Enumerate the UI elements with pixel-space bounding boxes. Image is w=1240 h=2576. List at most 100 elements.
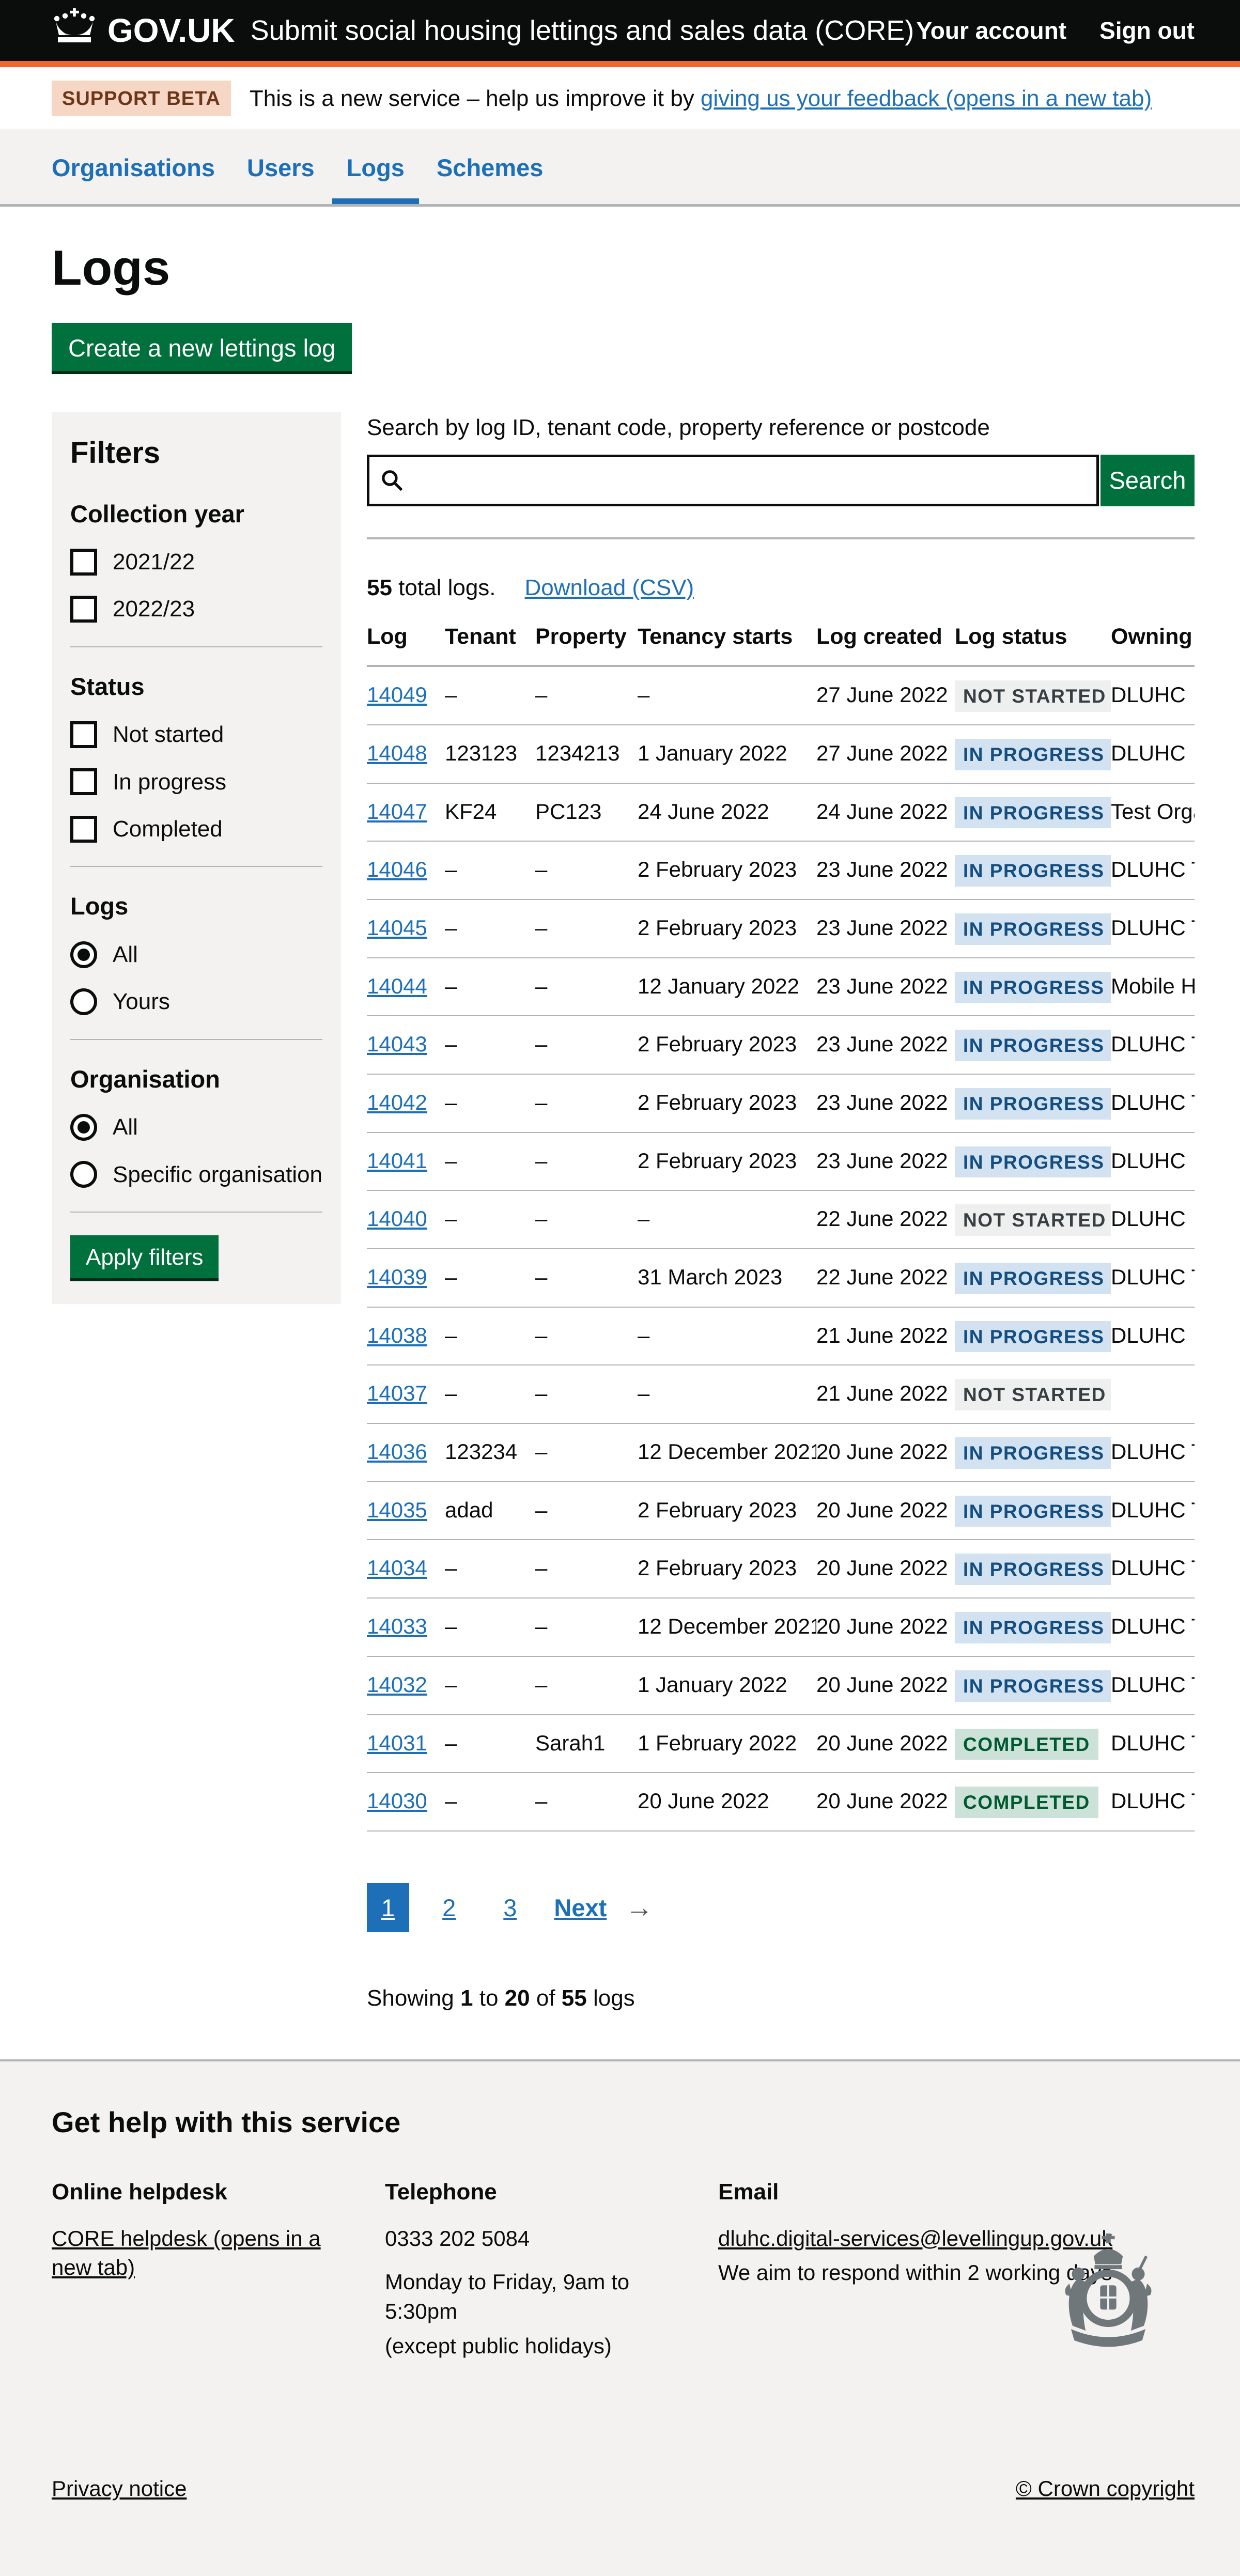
log-id-link[interactable]: 14043: [367, 1032, 427, 1056]
col-header-property: Property: [535, 622, 638, 666]
filter-group-organisation: Organisation All Specific organisation: [70, 1063, 322, 1190]
govuk-home-link[interactable]: GOV.UK: [52, 8, 235, 53]
cell-owning: Test Organisa: [1111, 799, 1195, 824]
cell-owning: DLUHC: [1111, 1323, 1186, 1347]
beta-tag: SUPPORT BETA: [52, 81, 231, 116]
cell-tenancy-starts: 2 February 2023: [638, 1090, 797, 1114]
crown-icon: [52, 8, 97, 52]
cell-tenant: 123123: [445, 741, 517, 765]
log-status-badge: IN PROGRESS: [955, 739, 1111, 770]
log-id-link[interactable]: 14045: [367, 915, 427, 940]
log-id-link[interactable]: 14046: [367, 857, 427, 881]
cell-tenant: –: [445, 915, 457, 940]
col-header-tenant: Tenant: [445, 622, 535, 666]
log-id-link[interactable]: 14039: [367, 1265, 427, 1289]
cell-tenant: –: [445, 1789, 457, 1813]
total-logs-text: 55 total logs.: [367, 572, 496, 603]
page-3-link[interactable]: 3: [489, 1883, 531, 1932]
log-id-link[interactable]: 14034: [367, 1556, 427, 1580]
log-id-link[interactable]: 14038: [367, 1323, 427, 1347]
cell-owning: DLUHC Tes: [1111, 1498, 1195, 1522]
nav-item-users[interactable]: Users: [247, 129, 315, 204]
filter-divider: [70, 1039, 322, 1040]
cell-tenant: KF24: [445, 799, 497, 824]
log-status-badge: IN PROGRESS: [955, 1321, 1111, 1353]
page-1-current[interactable]: 1: [367, 1883, 409, 1932]
checkbox-option-2022-23[interactable]: 2022/23: [70, 594, 322, 624]
cell-owning: DLUHC: [1111, 741, 1186, 765]
cell-owning: DLUHC Tes: [1111, 1731, 1195, 1755]
cell-property: –: [535, 857, 547, 881]
checkbox-icon[interactable]: [70, 768, 97, 795]
create-lettings-log-button[interactable]: Create a new lettings log: [52, 323, 352, 371]
email-link[interactable]: dluhc.digital-services@levellingup.gov.u…: [718, 2226, 1112, 2251]
checkbox-option-not-started[interactable]: Not started: [70, 719, 322, 750]
feedback-link[interactable]: giving us your feedback (opens in a new …: [701, 86, 1152, 111]
log-id-link[interactable]: 14049: [367, 682, 427, 707]
next-page-link[interactable]: Next: [554, 1891, 607, 1924]
log-id-link[interactable]: 14048: [367, 741, 427, 765]
log-status-badge: IN PROGRESS: [955, 1146, 1111, 1178]
checkbox-option-in-progress[interactable]: In progress: [70, 767, 322, 797]
log-id-link[interactable]: 14047: [367, 799, 427, 824]
table-row: 14045––2 February 202323 June 2022IN PRO…: [367, 899, 1195, 958]
radio-icon[interactable]: [70, 1161, 97, 1188]
checkbox-option-completed[interactable]: Completed: [70, 814, 322, 844]
log-status-badge: IN PROGRESS: [955, 1670, 1111, 1702]
log-id-link[interactable]: 14035: [367, 1498, 427, 1522]
search-button[interactable]: Search: [1100, 455, 1195, 506]
radio-option-organisation-all[interactable]: All: [70, 1112, 322, 1142]
cell-log-created: 20 June 2022: [816, 1498, 948, 1522]
log-id-link[interactable]: 14037: [367, 1381, 427, 1405]
table-row: 14036123234–12 December 202120 June 2022…: [367, 1423, 1195, 1482]
nav-item-logs[interactable]: Logs: [347, 129, 405, 204]
apply-filters-button[interactable]: Apply filters: [70, 1235, 219, 1278]
cell-tenancy-starts: –: [638, 1206, 649, 1231]
page-2-link[interactable]: 2: [428, 1883, 470, 1932]
privacy-notice-link[interactable]: Privacy notice: [52, 2474, 187, 2504]
col-header-log-created: Log created: [816, 622, 955, 666]
nav-item-schemes[interactable]: Schemes: [437, 129, 543, 204]
radio-option-logs-all[interactable]: All: [70, 939, 322, 970]
cell-tenancy-starts: 12 December 2021: [638, 1614, 816, 1638]
checkbox-icon[interactable]: [70, 549, 97, 576]
checkbox-icon[interactable]: [70, 816, 97, 843]
cell-owning: DLUHC Tes: [1111, 915, 1195, 940]
log-id-link[interactable]: 14044: [367, 974, 427, 998]
log-id-link[interactable]: 14040: [367, 1206, 427, 1231]
radio-icon[interactable]: [70, 1114, 97, 1141]
cell-property: –: [535, 1323, 547, 1347]
filter-group-legend: Organisation: [70, 1063, 322, 1095]
log-id-link[interactable]: 14033: [367, 1614, 427, 1638]
log-id-link[interactable]: 14041: [367, 1149, 427, 1173]
checkbox-icon[interactable]: [70, 721, 97, 748]
your-account-link[interactable]: Your account: [917, 14, 1067, 46]
sign-out-link[interactable]: Sign out: [1099, 14, 1195, 46]
cell-log-created: 22 June 2022: [816, 1206, 948, 1231]
service-name-link[interactable]: Submit social housing lettings and sales…: [251, 12, 915, 50]
crown-copyright-link[interactable]: © Crown copyright: [1016, 2474, 1195, 2504]
cell-property: –: [535, 1149, 547, 1173]
checkbox-icon[interactable]: [70, 596, 97, 623]
search-input[interactable]: [367, 455, 1099, 506]
cell-log-created: 23 June 2022: [816, 1032, 948, 1056]
radio-icon[interactable]: [70, 988, 97, 1015]
log-id-link[interactable]: 14036: [367, 1439, 427, 1464]
core-helpdesk-link[interactable]: CORE helpdesk (opens in a new tab): [52, 2226, 321, 2280]
table-row: 14043––2 February 202323 June 2022IN PRO…: [367, 1016, 1195, 1074]
log-id-link[interactable]: 14031: [367, 1731, 427, 1755]
radio-icon[interactable]: [70, 941, 97, 968]
log-id-link[interactable]: 14030: [367, 1789, 427, 1813]
download-csv-link[interactable]: Download (CSV): [525, 572, 694, 603]
checkbox-option-2021-22[interactable]: 2021/22: [70, 547, 322, 577]
log-status-badge: IN PROGRESS: [955, 972, 1111, 1003]
filter-divider: [70, 866, 322, 867]
log-id-link[interactable]: 14042: [367, 1090, 427, 1114]
radio-label: All: [113, 939, 138, 970]
log-id-link[interactable]: 14032: [367, 1672, 427, 1697]
nav-item-organisations[interactable]: Organisations: [52, 129, 215, 204]
govuk-logo-text: GOV.UK: [107, 8, 235, 53]
cell-tenant: –: [445, 1381, 457, 1405]
radio-option-specific-organisation[interactable]: Specific organisation: [70, 1159, 322, 1190]
radio-option-logs-yours[interactable]: Yours: [70, 986, 322, 1017]
